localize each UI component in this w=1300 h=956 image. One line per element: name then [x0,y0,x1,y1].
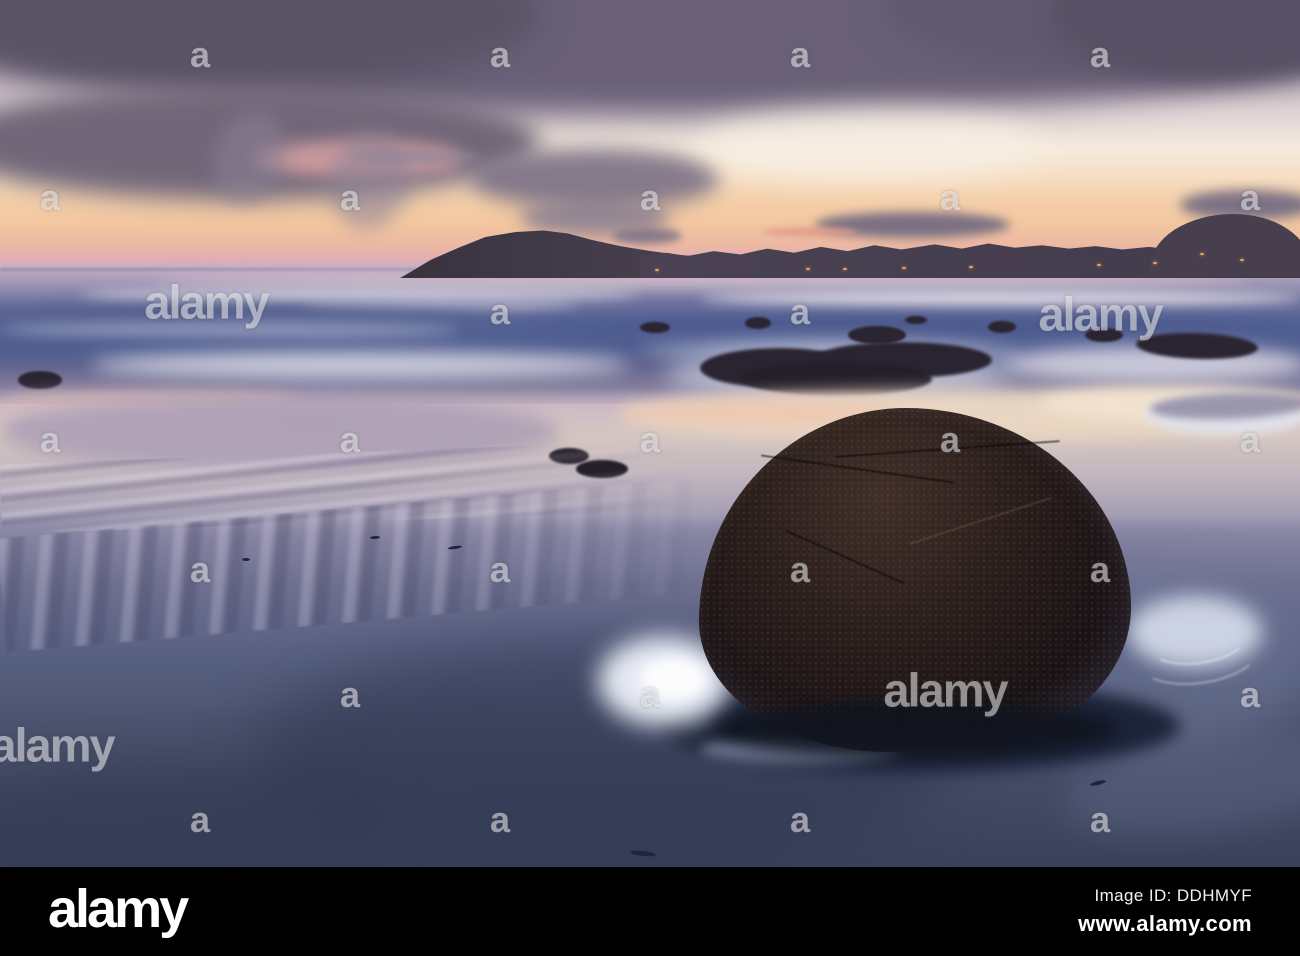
website-url-text: www.alamy.com [1078,911,1252,936]
shore-light [902,267,906,269]
shore-light [1153,262,1157,264]
sea-mist [90,352,630,378]
rock [745,317,771,329]
cloud-pink-wisp [762,227,857,237]
footer-bar: alamy Image ID: DDHMYF www.alamy.com [0,867,1300,956]
image-id-text: Image ID: DDHMYF [1094,886,1252,905]
sea-mist [80,288,640,301]
footer-info: Image ID: DDHMYF www.alamy.com [1078,886,1252,937]
sea-mist [700,291,1300,306]
seaweed-debris [242,558,250,561]
sea-mist [0,322,460,338]
shore-light [1240,259,1244,261]
shore-light [1097,264,1101,266]
beach-photo: a a a a a a a a a a a a a a a a a a a a a a a a a a a alamy alamy ala… [0,0,1300,867]
rock [640,322,670,333]
cloud-bright-gap [700,110,1040,180]
shore-light [1200,253,1204,255]
cloud-thin-wisp [352,150,482,164]
rock [905,316,927,324]
rock [1085,328,1123,342]
stock-photo-page: a a a a a a a a a a a a a a a a a a a a a a a a a a a alamy alamy ala… [0,0,1300,956]
rock [988,321,1016,333]
shore-light [655,269,659,271]
shore-light [843,268,847,270]
pool-glow-left-core [640,658,706,700]
cloud-small [612,228,682,244]
rock [18,371,62,389]
boulder-base-shadow [714,700,1118,758]
alamy-logo: alamy [48,878,189,939]
shore-light [806,268,810,270]
shore-light [969,266,973,268]
